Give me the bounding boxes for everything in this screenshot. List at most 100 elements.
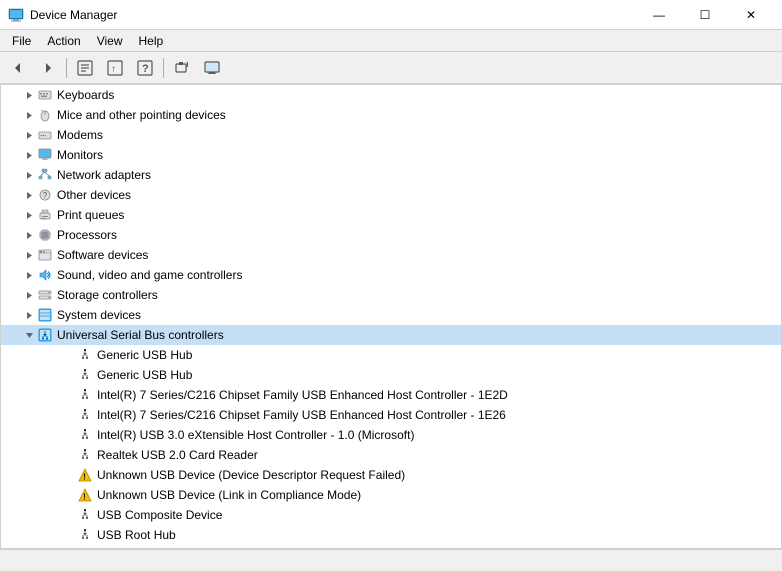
tree-toggle-mice[interactable] bbox=[21, 107, 37, 123]
tree-label-usb-8: Unknown USB Device (Link in Compliance M… bbox=[97, 488, 361, 502]
tree-item-usb-7[interactable]: ! Unknown USB Device (Device Descriptor … bbox=[1, 465, 781, 485]
toolbar-sep-2 bbox=[163, 58, 164, 78]
tree-toggle-keyboards[interactable] bbox=[21, 87, 37, 103]
modem-icon bbox=[38, 128, 52, 142]
tree-item-usb[interactable]: Universal Serial Bus controllers bbox=[1, 325, 781, 345]
properties-icon bbox=[77, 60, 93, 76]
usb-device-icon bbox=[78, 508, 92, 522]
tree-toggle-print[interactable] bbox=[21, 207, 37, 223]
toolbar-sep-1 bbox=[66, 58, 67, 78]
tree-item-usb-4[interactable]: Intel(R) 7 Series/C216 Chipset Family US… bbox=[1, 405, 781, 425]
tree-label-storage: Storage controllers bbox=[57, 288, 158, 302]
tree-label-mice: Mice and other pointing devices bbox=[57, 108, 226, 122]
tree-item-usb-10[interactable]: USB Root Hub bbox=[1, 525, 781, 545]
tree-toggle-usb-8[interactable] bbox=[61, 487, 77, 503]
update-driver-button[interactable]: ↑ bbox=[101, 55, 129, 81]
menu-view[interactable]: View bbox=[89, 32, 131, 50]
app-icon bbox=[8, 7, 24, 23]
tree-item-usb-5[interactable]: Intel(R) USB 3.0 eXtensible Host Control… bbox=[1, 425, 781, 445]
tree-toggle-network[interactable] bbox=[21, 167, 37, 183]
tree-toggle-usb-10[interactable] bbox=[61, 527, 77, 543]
title-bar: Device Manager — ☐ ✕ bbox=[0, 0, 782, 30]
tree-toggle-usb-2[interactable] bbox=[61, 367, 77, 383]
display-button[interactable] bbox=[198, 55, 226, 81]
tree-toggle-monitors[interactable] bbox=[21, 147, 37, 163]
tree-toggle-usb-1[interactable] bbox=[61, 347, 77, 363]
tree-item-system[interactable]: System devices bbox=[1, 305, 781, 325]
tree-label-usb-6: Realtek USB 2.0 Card Reader bbox=[97, 448, 258, 462]
tree-item-usb-6[interactable]: Realtek USB 2.0 Card Reader bbox=[1, 445, 781, 465]
usb-device-icon bbox=[78, 428, 92, 442]
tree-item-usb-8[interactable]: ! Unknown USB Device (Link in Compliance… bbox=[1, 485, 781, 505]
tree-toggle-usb-6[interactable] bbox=[61, 447, 77, 463]
tree-item-processors[interactable]: Processors bbox=[1, 225, 781, 245]
processor-icon bbox=[38, 228, 52, 242]
tree-label-usb-9: USB Composite Device bbox=[97, 508, 222, 522]
tree-item-usb-1[interactable]: Generic USB Hub bbox=[1, 345, 781, 365]
status-bar bbox=[0, 549, 782, 571]
tree-item-mice[interactable]: Mice and other pointing devices bbox=[1, 105, 781, 125]
usb-device-icon bbox=[78, 548, 92, 549]
tree-toggle-usb-7[interactable] bbox=[61, 467, 77, 483]
tree-label-usb-7: Unknown USB Device (Device Descriptor Re… bbox=[97, 468, 405, 482]
menu-file[interactable]: File bbox=[4, 32, 39, 50]
svg-text:?: ? bbox=[43, 191, 48, 200]
usb-root-icon bbox=[38, 328, 52, 342]
close-button[interactable]: ✕ bbox=[728, 0, 774, 30]
tree-toggle-storage[interactable] bbox=[21, 287, 37, 303]
back-icon bbox=[11, 61, 25, 75]
tree-toggle-software[interactable] bbox=[21, 247, 37, 263]
tree-toggle-system[interactable] bbox=[21, 307, 37, 323]
help-button[interactable]: ? bbox=[131, 55, 159, 81]
forward-button[interactable] bbox=[34, 55, 62, 81]
svg-text:↑: ↑ bbox=[111, 64, 116, 75]
tree-toggle-usb-3[interactable] bbox=[61, 387, 77, 403]
tree-toggle-other[interactable] bbox=[21, 187, 37, 203]
tree-item-monitors[interactable]: Monitors bbox=[1, 145, 781, 165]
tree-item-software[interactable]: Software devices bbox=[1, 245, 781, 265]
tree-item-storage[interactable]: Storage controllers bbox=[1, 285, 781, 305]
tree-label-processors: Processors bbox=[57, 228, 117, 242]
properties-button[interactable] bbox=[71, 55, 99, 81]
software-icon bbox=[38, 248, 52, 262]
back-button[interactable] bbox=[4, 55, 32, 81]
tree-item-modems[interactable]: Modems bbox=[1, 125, 781, 145]
tree-toggle-usb-5[interactable] bbox=[61, 427, 77, 443]
scan-hardware-button[interactable] bbox=[168, 55, 196, 81]
tree-item-usb-3[interactable]: Intel(R) 7 Series/C216 Chipset Family US… bbox=[1, 385, 781, 405]
tree-label-other: Other devices bbox=[57, 188, 131, 202]
tree-item-other[interactable]: ? Other devices bbox=[1, 185, 781, 205]
tree-toggle-usb-9[interactable] bbox=[61, 507, 77, 523]
tree-item-usb-2[interactable]: Generic USB Hub bbox=[1, 365, 781, 385]
tree-item-sound[interactable]: Sound, video and game controllers bbox=[1, 265, 781, 285]
main-content: Keyboards Mice and other pointing device… bbox=[0, 84, 782, 549]
tree-label-sound: Sound, video and game controllers bbox=[57, 268, 242, 282]
network-icon bbox=[38, 168, 52, 182]
tree-item-network[interactable]: Network adapters bbox=[1, 165, 781, 185]
tree-label-usb-5: Intel(R) USB 3.0 eXtensible Host Control… bbox=[97, 428, 414, 442]
tree-toggle-usb-4[interactable] bbox=[61, 407, 77, 423]
device-tree[interactable]: Keyboards Mice and other pointing device… bbox=[0, 84, 782, 549]
tree-item-usb-9[interactable]: USB Composite Device bbox=[1, 505, 781, 525]
tree-toggle-usb[interactable] bbox=[21, 327, 37, 343]
tree-item-print[interactable]: Print queues bbox=[1, 205, 781, 225]
monitor-icon bbox=[38, 148, 52, 162]
tree-item-usb-11[interactable]: USB Root Hub bbox=[1, 545, 781, 549]
tree-toggle-processors[interactable] bbox=[21, 227, 37, 243]
tree-item-keyboards[interactable]: Keyboards bbox=[1, 85, 781, 105]
update-driver-icon: ↑ bbox=[107, 60, 123, 76]
minimize-button[interactable]: — bbox=[636, 0, 682, 30]
tree-toggle-usb-11[interactable] bbox=[61, 547, 77, 549]
tree-toggle-modems[interactable] bbox=[21, 127, 37, 143]
menu-help[interactable]: Help bbox=[131, 32, 172, 50]
menu-action[interactable]: Action bbox=[39, 32, 88, 50]
tree-label-usb-10: USB Root Hub bbox=[97, 528, 176, 542]
usb-device-icon bbox=[78, 408, 92, 422]
scan-hardware-icon bbox=[174, 60, 190, 76]
maximize-button[interactable]: ☐ bbox=[682, 0, 728, 30]
storage-icon bbox=[38, 288, 52, 302]
svg-text:!: ! bbox=[83, 473, 86, 482]
title-bar-left: Device Manager bbox=[8, 7, 117, 23]
tree-label-usb-3: Intel(R) 7 Series/C216 Chipset Family US… bbox=[97, 388, 508, 402]
tree-toggle-sound[interactable] bbox=[21, 267, 37, 283]
